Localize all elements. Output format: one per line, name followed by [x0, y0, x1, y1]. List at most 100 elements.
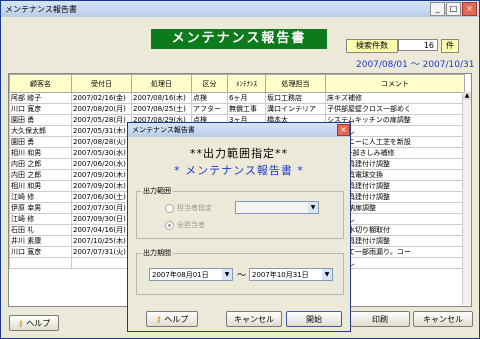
title-bar: メンテナンス報告書 _ □ ×	[1, 1, 479, 17]
key-icon: ⚷	[17, 319, 24, 328]
col-header[interactable]: コメント	[325, 74, 465, 93]
table-cell: 江崎 修	[9, 191, 72, 203]
dialog-cancel-button[interactable]: キャンセル	[226, 311, 282, 327]
count-label: 検索件数	[346, 39, 398, 53]
table-cell: 園田 勇	[9, 136, 72, 148]
key-icon: ⚷	[155, 315, 162, 324]
date-from-select[interactable]: 2007年08月01日 ▼	[149, 268, 233, 281]
dialog-help-button[interactable]: ⚷ ヘルプ	[146, 311, 198, 327]
table-cell: 相川 和男	[9, 180, 72, 192]
table-cell: 2007/09/20(木)	[71, 169, 132, 181]
col-header[interactable]: 処理担当	[265, 74, 326, 93]
table-cell: 2007/08/16(木)	[131, 92, 192, 104]
dialog-cancel-label: キャンセル	[234, 315, 274, 324]
date-from-value: 2007年08月01日	[152, 271, 209, 279]
table-cell: 相川 和男	[9, 147, 72, 159]
table-cell: 2007/05/31(木)	[71, 125, 132, 137]
period-range: 2007/08/01 ～ 2007/10/31	[356, 60, 475, 70]
table-cell: 点検	[191, 92, 228, 104]
close-button[interactable]: ×	[462, 2, 477, 16]
dialog-help-label: ヘルプ	[164, 315, 189, 324]
output-dialog: メンテナンス報告書 × **出力範囲指定** * メンテナンス報告書 * 出力範…	[127, 122, 351, 332]
dialog-start-label: 開始	[306, 315, 322, 324]
table-cell: 2007/07/30(月)	[71, 202, 132, 214]
table-cell: 2007/07/31(火)	[71, 246, 132, 258]
col-header[interactable]: ﾒﾝﾃﾅﾝｽ	[227, 74, 266, 93]
table-cell: 2007/05/28(月)	[71, 114, 132, 126]
table-cell: 2007/02/16(金)	[71, 92, 132, 104]
table-cell: 2007/05/30(水)	[71, 147, 132, 159]
period-legend: 出力期間	[141, 248, 173, 258]
radio-all-label: 全担当者	[177, 221, 205, 229]
range-legend: 出力範囲	[141, 186, 173, 196]
table-cell: 溝口インテリア	[265, 103, 326, 115]
table-cell: 石田 礼	[9, 224, 72, 236]
dialog-start-button[interactable]: 開始	[286, 311, 342, 327]
main-window: メンテナンス報告書 _ □ × メンテナンス報告書 検索件数 16 件 2007…	[0, 0, 480, 339]
table-cell: 2007/06/20(水)	[71, 158, 132, 170]
radio-circle-icon	[165, 203, 174, 213]
radio-staff[interactable]: 担当者指定	[165, 203, 212, 213]
help-label: ヘルプ	[26, 319, 51, 328]
range-group: 出力範囲 担当者指定 ▼ 全担当者	[136, 186, 344, 239]
col-header[interactable]: 区分	[191, 74, 228, 93]
cancel-button[interactable]: キャンセル	[413, 311, 473, 327]
radio-selected-icon	[165, 220, 174, 230]
table-cell: 内田 之郎	[9, 169, 72, 181]
table-cell: 床キズ補修	[325, 92, 465, 104]
table-header: 顧客名 受付日 処理日 区分 ﾒﾝﾃﾅﾝｽ 処理担当 コメント	[9, 74, 465, 93]
dialog-close-button[interactable]: ×	[337, 124, 350, 136]
period-group: 出力期間 2007年08月01日 ▼ ～ 2007年10月31日 ▼	[136, 248, 344, 295]
count-value: 16	[398, 39, 438, 51]
radio-staff-label: 担当者指定	[177, 204, 212, 212]
cancel-label: キャンセル	[423, 315, 463, 324]
help-button[interactable]: ⚷ ヘルプ	[9, 315, 59, 331]
table-cell: 無償工事	[227, 103, 266, 115]
maximize-button[interactable]: □	[446, 2, 461, 16]
table-cell: 園田 勇	[9, 114, 72, 126]
table-cell: 川口 寛彦	[9, 246, 72, 258]
table-cell: 阿部 綾子	[9, 92, 72, 104]
chevron-down-icon: ▼	[308, 202, 318, 213]
minimize-button[interactable]: _	[430, 2, 445, 16]
print-label: 印刷	[372, 315, 388, 324]
date-to-select[interactable]: 2007年10月31日 ▼	[249, 268, 333, 281]
table-cell: 井川 素康	[9, 235, 72, 247]
dialog-title-bar: メンテナンス報告書 ×	[128, 123, 350, 137]
scroll-up-icon[interactable]: ▲	[463, 92, 471, 100]
vertical-scrollbar[interactable]: ▲	[462, 92, 471, 305]
window-title: メンテナンス報告書	[5, 4, 77, 14]
report-title: メンテナンス報告書	[151, 29, 327, 49]
dialog-subheading: * メンテナンス報告書 *	[174, 164, 304, 177]
table-cell: アフター	[191, 103, 228, 115]
table-cell: 内田 之郎	[9, 158, 72, 170]
count-unit: 件	[441, 39, 459, 53]
table-cell: 6ヶ月	[227, 92, 266, 104]
dialog-heading: **出力範囲指定**	[190, 147, 288, 160]
table-cell: 子供部屋壁クロス一部めく	[325, 103, 465, 115]
col-header[interactable]: 顧客名	[9, 74, 72, 93]
table-cell: 2007/10/25(木)	[71, 235, 132, 247]
table-cell: 2007/09/20(木)	[71, 180, 132, 192]
print-button[interactable]: 印刷	[350, 311, 410, 327]
table-cell: 2007/08/28(火)	[71, 136, 132, 148]
dialog-title: メンテナンス報告書	[132, 126, 195, 134]
table-row[interactable]: 川口 寛彦 2007/08/20(月) 2007/08/25(土) アフター 無償工事溝…	[9, 103, 465, 115]
table-cell: 江崎 修	[9, 213, 72, 225]
col-header[interactable]: 受付日	[71, 74, 132, 93]
date-to-value: 2007年10月31日	[252, 271, 309, 279]
radio-all[interactable]: 全担当者	[165, 220, 205, 230]
chevron-down-icon: ▼	[322, 269, 332, 280]
staff-select[interactable]: ▼	[235, 201, 319, 214]
chevron-down-icon: ▼	[222, 269, 232, 280]
table-cell: 2007/08/20(月)	[71, 103, 132, 115]
table-cell: 2007/08/25(土)	[131, 103, 192, 115]
table-cell: 大久保太郎	[9, 125, 72, 137]
tilde: ～	[237, 271, 247, 281]
table-cell: 2007/06/30(土)	[71, 191, 132, 203]
col-header[interactable]: 処理日	[131, 74, 192, 93]
table-row[interactable]: 阿部 綾子 2007/02/16(金) 2007/08/16(木) 点検 6ヶ月 坂口工務…	[9, 92, 465, 104]
table-cell	[9, 257, 72, 269]
table-cell: 坂口工務店	[265, 92, 326, 104]
table-cell: 2007/04/16(月)	[71, 224, 132, 236]
